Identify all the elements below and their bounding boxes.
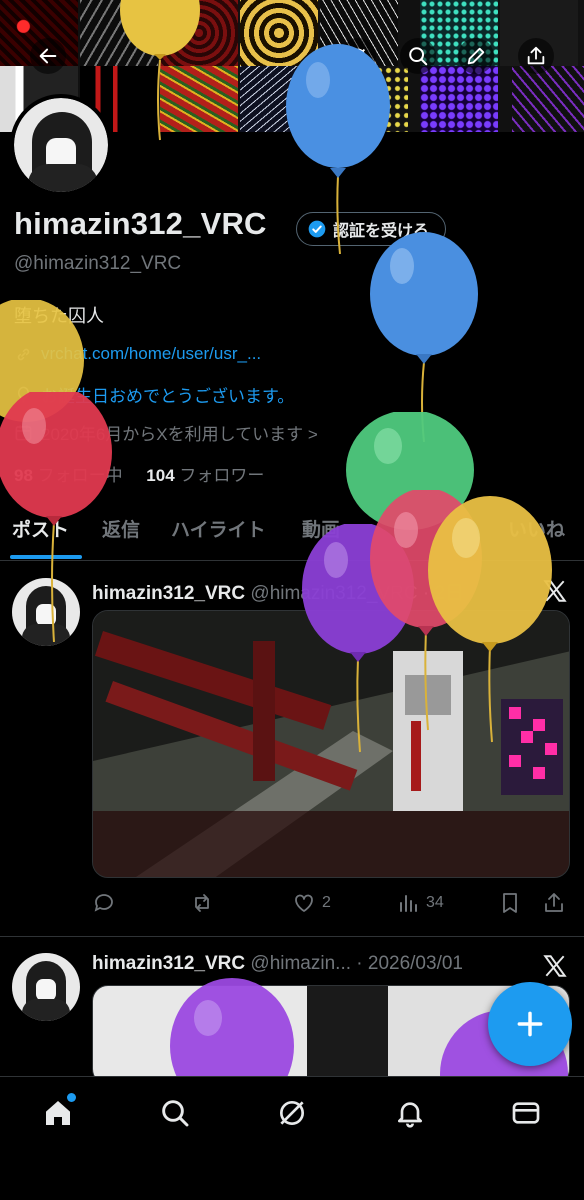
repost-icon xyxy=(195,894,209,912)
views-icon xyxy=(400,895,417,912)
followers-count: 104 xyxy=(146,466,175,485)
bookmark-icon xyxy=(503,893,517,913)
nav-search[interactable] xyxy=(155,1093,195,1133)
x-logo-icon[interactable] xyxy=(542,953,568,979)
arrow-left-icon xyxy=(39,48,57,64)
followers-label: フォロワー xyxy=(174,466,265,485)
share-icon xyxy=(545,893,563,912)
balloon-blue xyxy=(286,44,390,254)
display-name: himazin312_VRC xyxy=(14,206,267,241)
search-icon xyxy=(409,47,428,66)
plus-icon xyxy=(517,1011,543,1037)
user-handle: @himazin312_VRC xyxy=(14,253,182,274)
profile-avatar[interactable] xyxy=(10,94,112,196)
compose-post-button[interactable] xyxy=(488,982,572,1066)
views-count: 34 xyxy=(426,894,444,911)
share-post-button[interactable] xyxy=(542,891,566,915)
balloon-yellow-3 xyxy=(428,496,552,743)
pencil-icon xyxy=(467,47,485,65)
search-icon xyxy=(162,1100,189,1127)
envelope-icon xyxy=(512,1102,540,1124)
reply-icon xyxy=(94,894,113,912)
post-header: himazin312_VRC @himazin... · 2026/03/01 xyxy=(92,953,463,975)
like-count: 2 xyxy=(322,894,331,911)
share-icon xyxy=(527,46,545,65)
nav-notifications[interactable] xyxy=(390,1093,430,1133)
views-button[interactable]: 34 xyxy=(396,891,444,915)
nav-messages[interactable] xyxy=(506,1093,546,1133)
post-author-name[interactable]: himazin312_VRC xyxy=(92,953,245,974)
back-button[interactable] xyxy=(30,38,66,74)
grok-icon xyxy=(280,1101,304,1125)
reply-button[interactable] xyxy=(92,891,116,915)
balloon-blue-2 xyxy=(370,232,478,442)
post-avatar[interactable] xyxy=(12,953,80,1021)
post-actions: 2 34 xyxy=(92,888,570,918)
like-button[interactable]: 2 xyxy=(292,891,331,915)
search-button[interactable] xyxy=(400,38,436,74)
balloon-red xyxy=(0,392,112,642)
share-button[interactable] xyxy=(518,38,554,74)
post-author-handle-time: @himazin... · 2026/03/01 xyxy=(245,953,463,974)
bookmark-button[interactable] xyxy=(498,891,522,915)
balloon-yellow xyxy=(120,0,200,141)
balloon-purple-2 xyxy=(170,978,294,1078)
nav-grok[interactable] xyxy=(272,1093,312,1133)
followers-link[interactable]: 104 フォロワー xyxy=(146,466,264,485)
notification-dot xyxy=(67,1093,76,1102)
heart-icon xyxy=(295,894,313,912)
edit-button[interactable] xyxy=(458,38,494,74)
bottom-navigation xyxy=(0,1076,584,1200)
repost-button[interactable] xyxy=(190,891,214,915)
nav-home[interactable] xyxy=(38,1093,78,1133)
tab-highlights[interactable]: ハイライト xyxy=(171,515,266,542)
bell-icon xyxy=(398,1102,422,1128)
